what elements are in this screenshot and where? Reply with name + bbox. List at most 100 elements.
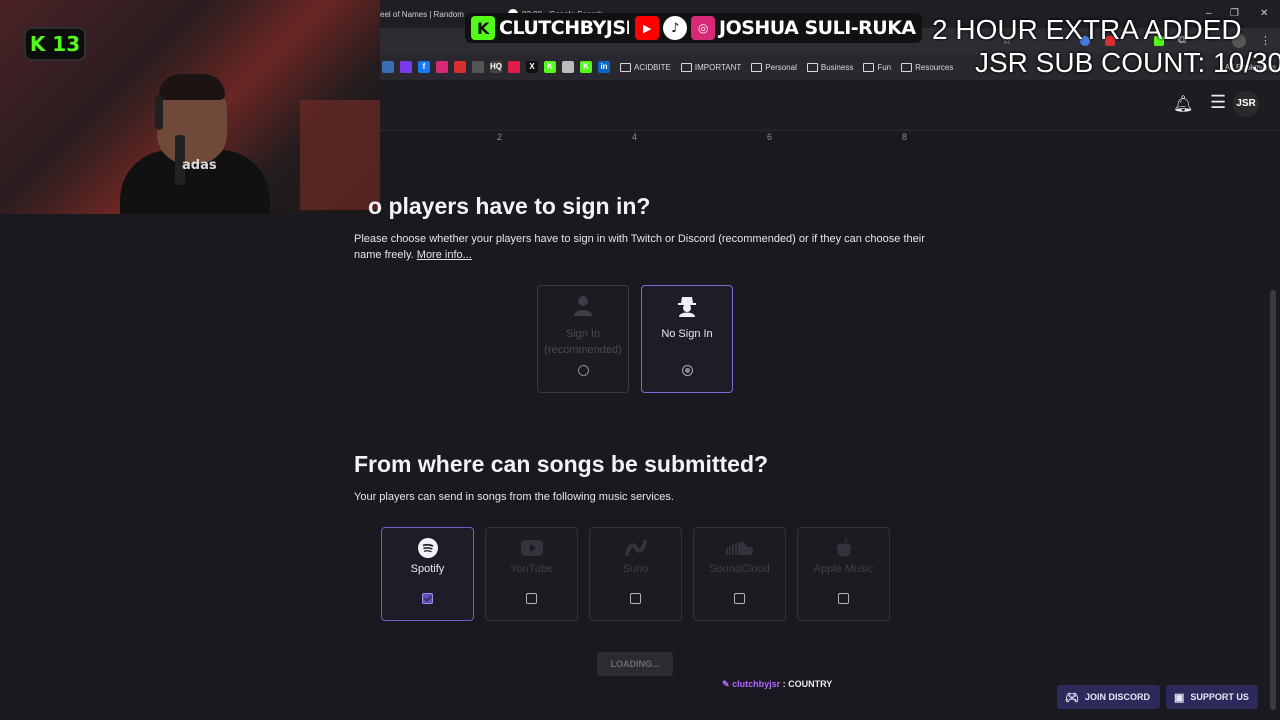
overlay-sub-count: JSR SUB COUNT: 10/30 — [975, 47, 1280, 78]
more-info-link[interactable]: More info... — [417, 249, 472, 261]
bookmark-favicon[interactable] — [400, 61, 412, 73]
service-label: YouTube — [509, 563, 554, 575]
username-separator: : — [780, 679, 789, 689]
axis-tick: 4 — [632, 132, 638, 142]
youtube-logo-icon: ▶ — [635, 16, 659, 40]
bookmark-folder-label: Resources — [915, 62, 954, 72]
sign-in-label-sub: (recommended) — [544, 344, 622, 356]
service-soundcloud[interactable]: SoundCloud — [693, 527, 786, 621]
bookmark-favicon[interactable] — [508, 61, 520, 73]
kick-logo-icon: K — [471, 16, 495, 40]
close-window-icon[interactable]: ✕ — [1260, 8, 1268, 19]
bookmark-folder[interactable]: ACIDBITE — [620, 62, 671, 72]
support-us-label: SUPPORT US — [1190, 692, 1249, 702]
incognito-icon — [678, 294, 696, 318]
service-spotify[interactable]: Spotify — [381, 527, 474, 621]
bookmark-folder-label: Business — [820, 62, 854, 72]
x-icon[interactable]: X — [526, 61, 538, 73]
bookmark-folder[interactable]: Fun — [863, 62, 892, 72]
option-sign-in[interactable]: Sign In (recommended) — [537, 285, 629, 393]
bookmark-folder-label: IMPORTANT — [694, 62, 742, 72]
suno-checkbox[interactable] — [630, 593, 641, 604]
webcam-feed: adas K 13 — [0, 0, 380, 214]
signin-section-title: o players have to sign in? — [368, 193, 651, 219]
overlay-brand-handle: CLUTCHBYJSR — [499, 17, 640, 39]
user-pin-icon: ✎ — [722, 679, 730, 689]
user-icon — [574, 294, 592, 318]
kick-icon[interactable]: K — [580, 61, 592, 73]
kick-level-badge: K 13 — [24, 27, 86, 61]
discord-icon: 🎮︎ — [1065, 691, 1079, 704]
folder-icon — [863, 62, 875, 72]
service-label: Spotify — [410, 563, 445, 575]
browser-menu-icon[interactable]: ⋮ — [1260, 34, 1271, 47]
folder-icon — [620, 62, 631, 72]
youtube-checkbox[interactable] — [526, 593, 537, 604]
bookmark-folder[interactable]: IMPORTANT — [680, 62, 742, 72]
overlay-socials: ▶ ♪ ◎ JOSHUA SULI-RUKA — [629, 13, 922, 43]
sign-in-radio[interactable] — [577, 365, 589, 376]
service-apple-music[interactable]: Apple Music — [797, 527, 890, 621]
support-icon: ▣ — [1174, 691, 1185, 704]
service-label: Apple Music — [813, 563, 874, 575]
bookmark-favicon[interactable] — [562, 61, 574, 73]
service-suno[interactable]: Suno — [589, 527, 682, 621]
facebook-icon[interactable]: f — [418, 61, 430, 73]
axis-tick: 8 — [902, 132, 908, 142]
bookmark-favicon[interactable] — [472, 61, 484, 73]
bookmark-folder-label: Personal — [765, 62, 797, 72]
instagram-icon[interactable] — [436, 61, 448, 73]
youtube-icon — [520, 538, 543, 558]
overlay-kick-handle: K CLUTCHBYJSR — [465, 13, 646, 43]
user-avatar[interactable]: JSR — [1233, 91, 1259, 117]
bookmark-favicon[interactable] — [454, 61, 466, 73]
axis-tick: 2 — [497, 132, 503, 142]
songs-description: Your players can send in songs from the … — [354, 491, 674, 503]
suno-icon — [624, 538, 647, 558]
apple-music-checkbox[interactable] — [838, 593, 849, 604]
folder-icon — [901, 62, 913, 72]
instagram-logo-icon: ◎ — [691, 16, 715, 40]
site-header: 🔔︎ ☰ JSR — [380, 80, 1280, 131]
kick-icon[interactable]: K — [544, 61, 556, 73]
option-no-sign-in[interactable]: No Sign In — [641, 285, 733, 393]
webcam-shirt-logo: adas — [182, 158, 217, 173]
overlay-extra-time: 2 HOUR EXTRA ADDED — [932, 14, 1242, 45]
folder-icon — [751, 62, 763, 72]
notification-bell-icon[interactable]: 🔔︎ — [1173, 94, 1193, 114]
support-us-button[interactable]: ▣ SUPPORT US — [1166, 685, 1258, 709]
bookmark-folder-label: ACIDBITE — [634, 62, 671, 72]
bookmark-favicon[interactable] — [382, 61, 394, 73]
no-sign-in-radio[interactable] — [681, 365, 693, 376]
spotify-icon — [417, 538, 438, 558]
folder-icon — [680, 62, 692, 72]
bookmark-folder[interactable]: Resources — [901, 62, 954, 72]
linkedin-icon[interactable]: in — [598, 61, 610, 73]
axis-tick: 6 — [767, 132, 773, 142]
chart-axis-ticks: 2 4 6 8 — [380, 128, 1280, 148]
current-genre: COUNTRY — [788, 679, 833, 689]
tiktok-logo-icon: ♪ — [663, 16, 687, 40]
page-scrollbar[interactable] — [1270, 290, 1276, 710]
loading-button[interactable]: LOADING... — [597, 652, 673, 676]
bookmark-folder[interactable]: Business — [806, 62, 854, 72]
overlay-social-name: JOSHUA SULI-RUKA — [719, 17, 916, 39]
current-username[interactable]: clutchbyjsr — [732, 679, 780, 689]
soundcloud-checkbox[interactable] — [734, 593, 745, 604]
bookmark-favicon[interactable]: HQ — [490, 61, 502, 73]
tab-wheel-of-names[interactable]: eel of Names | Random — [380, 10, 464, 19]
signin-description: Please choose whether your players have … — [354, 231, 934, 263]
hamburger-menu-icon[interactable]: ☰ — [1210, 92, 1226, 113]
service-label: SoundCloud — [709, 563, 770, 575]
bookmark-folder[interactable]: Personal — [751, 62, 797, 72]
webcam-headset — [155, 96, 163, 130]
spotify-checkbox[interactable] — [422, 593, 433, 604]
webcam-person-hair — [159, 74, 225, 100]
no-sign-in-label-text: No Sign In — [661, 328, 713, 340]
option-no-sign-in-label: No Sign In — [661, 326, 712, 342]
sign-in-label-text: Sign In — [565, 328, 601, 340]
bookmark-folder-label: Fun — [877, 62, 892, 72]
folder-icon — [806, 62, 818, 72]
service-youtube[interactable]: YouTube — [485, 527, 578, 621]
join-discord-button[interactable]: 🎮︎ JOIN DISCORD — [1057, 685, 1160, 709]
